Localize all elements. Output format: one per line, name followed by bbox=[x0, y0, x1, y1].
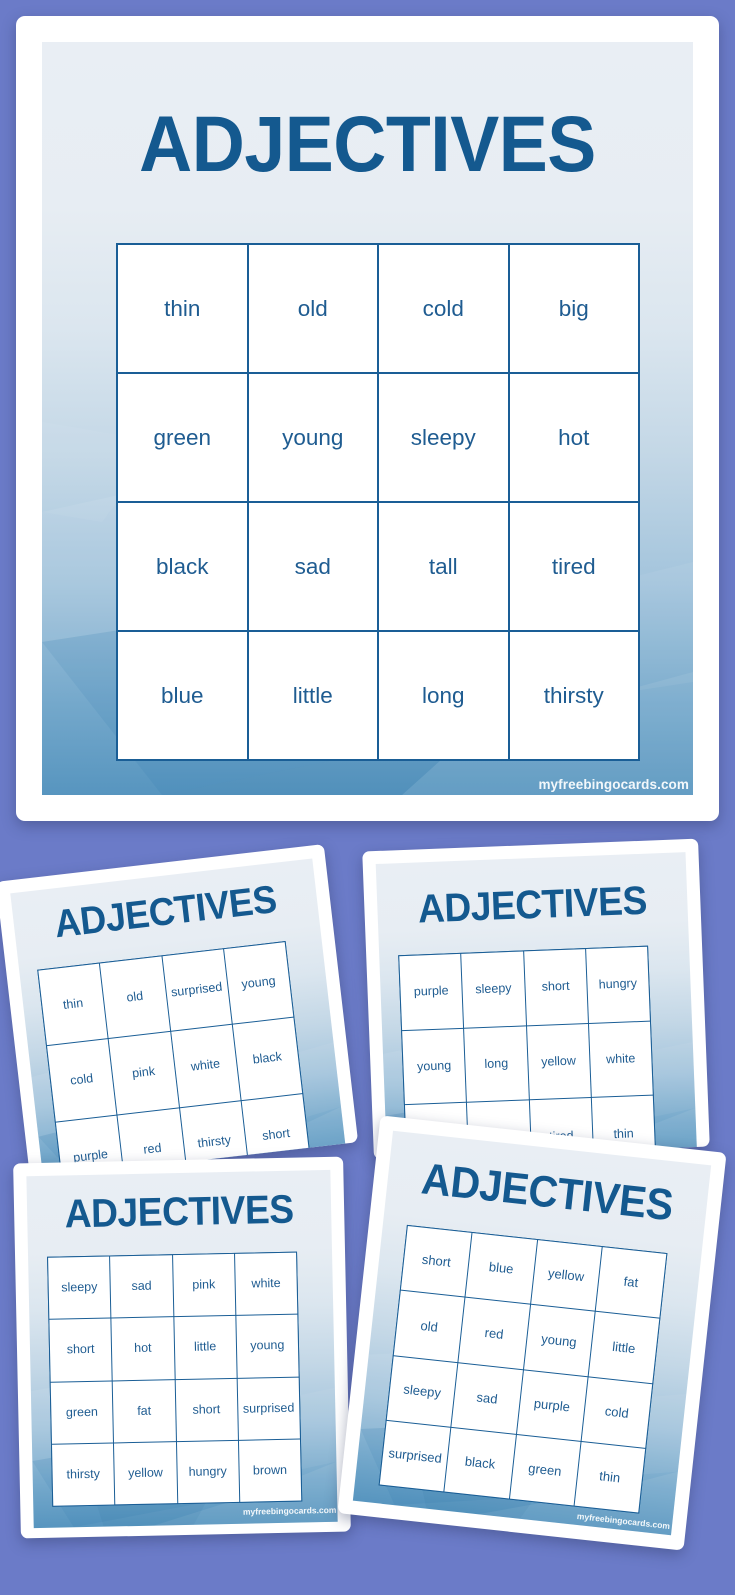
bingo-cell[interactable]: sleepy bbox=[386, 1355, 458, 1427]
bingo-cell[interactable]: sleepy bbox=[461, 951, 526, 1028]
bingo-cell[interactable]: fat bbox=[112, 1379, 176, 1443]
bingo-cell[interactable]: red bbox=[458, 1297, 530, 1369]
bingo-cell[interactable]: little bbox=[248, 632, 377, 759]
bingo-cell[interactable]: sleepy bbox=[379, 374, 508, 501]
bingo-cell[interactable]: short bbox=[49, 1318, 112, 1382]
bingo-card-bottom-left[interactable]: ADJECTIVES sleepy sad pink white short hot lit… bbox=[13, 1156, 351, 1539]
bingo-cell[interactable]: yellow bbox=[530, 1240, 602, 1311]
bingo-cell[interactable]: long bbox=[464, 1026, 529, 1103]
bingo-cell[interactable]: cold bbox=[47, 1039, 117, 1122]
bingo-cell[interactable]: old bbox=[393, 1290, 465, 1362]
bingo-cell[interactable]: yellow bbox=[526, 1023, 591, 1100]
bingo-cell[interactable]: little bbox=[588, 1311, 660, 1383]
watermark: myfreebingocards.com bbox=[242, 1504, 337, 1517]
bingo-cell[interactable]: black bbox=[444, 1427, 516, 1499]
bingo-cell[interactable]: black bbox=[232, 1017, 303, 1100]
bingo-cell[interactable]: brown bbox=[238, 1439, 302, 1502]
bingo-grid[interactable]: thin old cold big green young sleepy hot black sa… bbox=[116, 243, 640, 761]
bingo-cell[interactable]: thirsty bbox=[509, 632, 638, 759]
bingo-cell[interactable]: big bbox=[509, 245, 638, 372]
watermark: myfreebingocards.com bbox=[538, 777, 689, 792]
bingo-card-main[interactable]: ADJECTIVES thin old cold big green young sleep… bbox=[16, 16, 719, 821]
bingo-cell[interactable]: surprised bbox=[237, 1377, 300, 1440]
bingo-cell[interactable]: old bbox=[100, 956, 170, 1039]
bingo-grid[interactable]: sleepy sad pink white short hot little young gre… bbox=[47, 1251, 303, 1507]
bingo-cell[interactable]: short bbox=[400, 1225, 472, 1297]
bingo-cell[interactable]: long bbox=[379, 632, 508, 759]
bingo-card-top-left[interactable]: ADJECTIVES thin old surprised young cold pink… bbox=[0, 844, 359, 1180]
bingo-cell[interactable]: blue bbox=[118, 632, 247, 759]
bingo-cell[interactable]: cold bbox=[379, 245, 508, 372]
bingo-cell[interactable]: green bbox=[118, 374, 247, 501]
bingo-cell[interactable]: green bbox=[509, 1434, 581, 1506]
bingo-grid[interactable]: thin old surprised young cold pink white black p… bbox=[37, 941, 313, 1180]
bingo-cell[interactable]: young bbox=[523, 1304, 595, 1376]
bingo-cell[interactable]: old bbox=[248, 245, 377, 372]
bingo-cell[interactable]: cold bbox=[581, 1376, 653, 1448]
card-title: ADJECTIVES bbox=[139, 99, 596, 188]
bingo-cell[interactable]: young bbox=[402, 1028, 467, 1105]
bingo-cell[interactable]: sad bbox=[451, 1362, 523, 1434]
bingo-cell[interactable]: thirsty bbox=[52, 1443, 115, 1506]
bingo-cell[interactable]: young bbox=[223, 942, 294, 1025]
bingo-cell[interactable]: pink bbox=[108, 1032, 179, 1115]
bingo-cell[interactable]: yellow bbox=[114, 1441, 177, 1505]
bingo-cell[interactable]: purple bbox=[399, 953, 464, 1030]
bingo-cell[interactable]: young bbox=[248, 374, 377, 501]
bingo-cell[interactable]: purple bbox=[516, 1369, 588, 1441]
bingo-cell[interactable]: sad bbox=[110, 1255, 173, 1318]
bingo-cell[interactable]: hungry bbox=[176, 1440, 239, 1504]
bingo-card-top-right[interactable]: ADJECTIVES purple sleepy short hungry young l… bbox=[362, 838, 710, 1160]
bingo-cell[interactable]: fat bbox=[595, 1247, 667, 1318]
bingo-cell[interactable]: white bbox=[234, 1252, 298, 1316]
bingo-cell[interactable]: thin bbox=[38, 963, 108, 1046]
bingo-cell[interactable]: black bbox=[118, 503, 247, 630]
bingo-cell[interactable]: hot bbox=[111, 1317, 175, 1380]
bingo-cell[interactable]: thin bbox=[118, 245, 247, 372]
bingo-cell[interactable]: white bbox=[588, 1021, 653, 1098]
bingo-grid[interactable]: short blue yellow fat old red young little sleep… bbox=[378, 1224, 668, 1514]
bingo-cell[interactable]: short bbox=[175, 1378, 238, 1441]
card-title: ADJECTIVES bbox=[64, 1187, 295, 1237]
bingo-cell[interactable]: white bbox=[170, 1025, 241, 1108]
bingo-cell[interactable]: surprised bbox=[379, 1420, 451, 1492]
bingo-card-bottom-right[interactable]: ADJECTIVES short blue yellow fat old red young… bbox=[337, 1115, 727, 1551]
bingo-cell[interactable]: hungry bbox=[585, 946, 650, 1023]
bingo-cell[interactable]: hot bbox=[509, 374, 638, 501]
bingo-cell[interactable]: surprised bbox=[162, 949, 232, 1032]
bingo-cell[interactable]: blue bbox=[465, 1233, 537, 1304]
bingo-cell[interactable]: green bbox=[50, 1380, 114, 1444]
bingo-cell[interactable]: sleepy bbox=[48, 1256, 111, 1320]
bingo-cell[interactable]: short bbox=[523, 949, 588, 1026]
bingo-cell[interactable]: tall bbox=[379, 503, 508, 630]
bingo-cell[interactable]: little bbox=[173, 1316, 237, 1379]
bingo-cell[interactable]: pink bbox=[172, 1253, 236, 1317]
bingo-cell[interactable]: tired bbox=[509, 503, 638, 630]
bingo-cell[interactable]: young bbox=[236, 1314, 299, 1378]
bingo-cell[interactable]: thin bbox=[574, 1441, 646, 1513]
bingo-cell[interactable]: sad bbox=[248, 503, 377, 630]
